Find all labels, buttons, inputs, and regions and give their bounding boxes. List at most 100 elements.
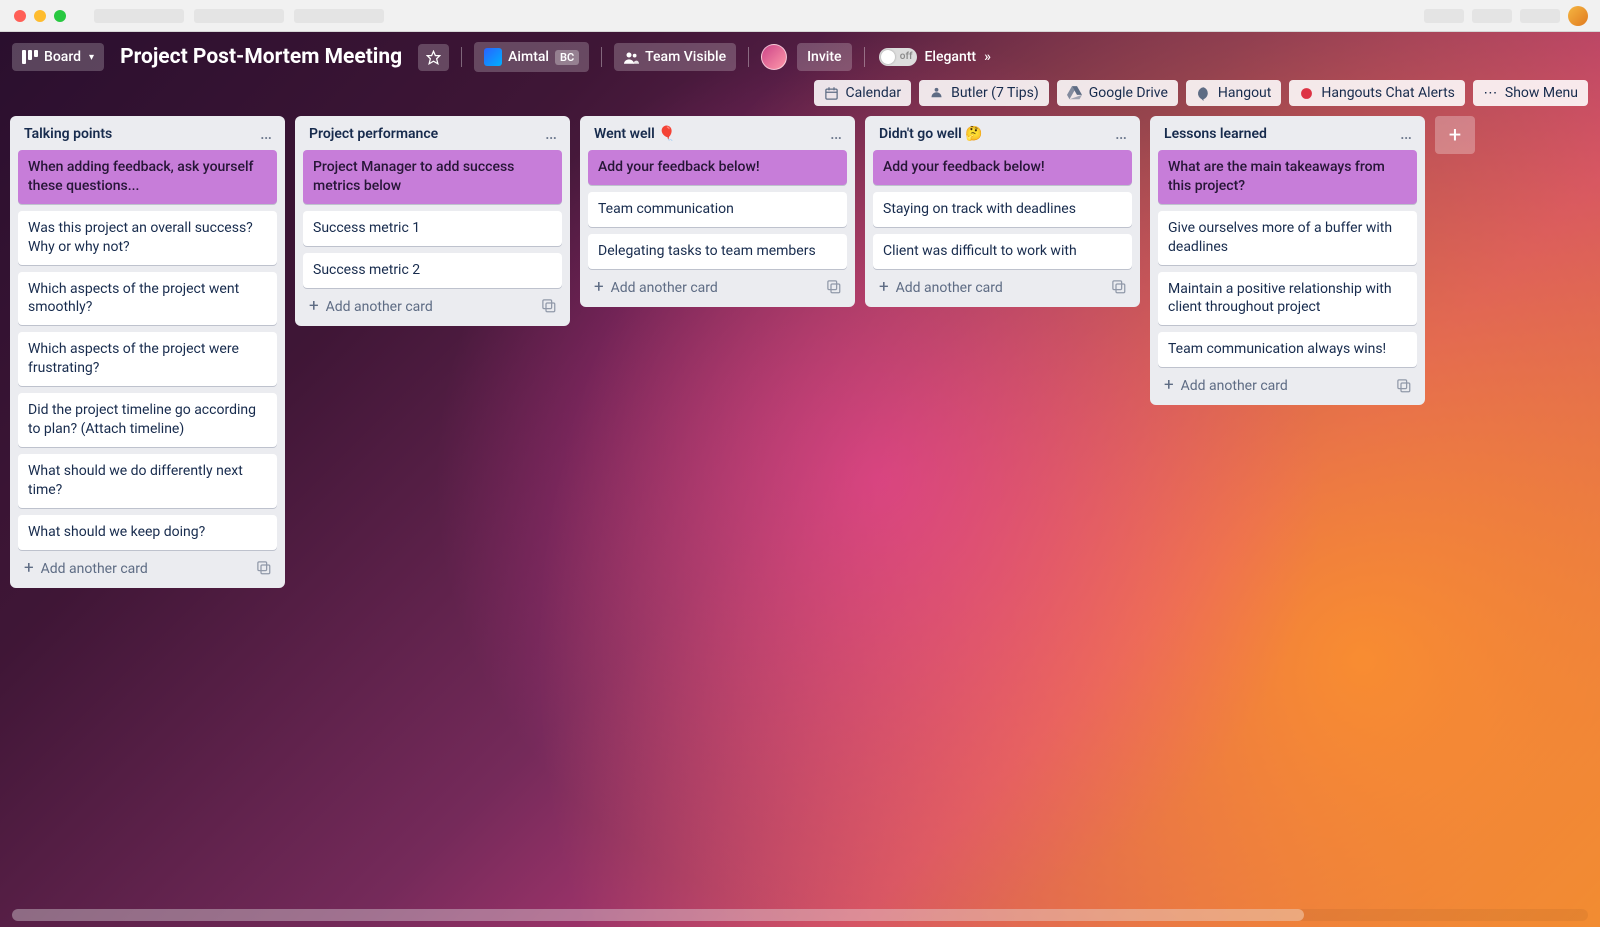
list-lessons-learned: Lessons learned … What are the main takeaw… <box>1150 116 1425 405</box>
horizontal-scrollbar[interactable] <box>12 909 1588 921</box>
card[interactable]: Add your feedback below! <box>588 150 847 185</box>
powerup-label: Google Drive <box>1089 85 1168 101</box>
browser-control[interactable] <box>1472 9 1512 23</box>
card[interactable]: When adding feedback, ask yourself these… <box>18 150 277 204</box>
browser-tabs <box>94 9 384 23</box>
powerup-row: Calendar Butler (7 Tips) Google Drive Hango… <box>0 78 1600 116</box>
list-title[interactable]: Went well 🎈 <box>594 126 676 142</box>
window-minimize-button[interactable] <box>34 10 46 22</box>
browser-control[interactable] <box>1424 9 1464 23</box>
browser-control[interactable] <box>1520 9 1560 23</box>
card[interactable]: Project Manager to add success metrics b… <box>303 150 562 204</box>
add-card-label: Add another card <box>611 280 718 296</box>
card[interactable]: Which aspects of the project went smooth… <box>18 272 277 326</box>
card[interactable]: Success metric 2 <box>303 253 562 288</box>
google-drive-icon <box>1067 86 1082 100</box>
star-board-button[interactable] <box>418 44 449 71</box>
browser-tab[interactable] <box>294 9 384 23</box>
card-list: Project Manager to add success metrics b… <box>303 150 562 288</box>
divider <box>748 47 749 67</box>
list-talking-points: Talking points … When adding feedback, ask… <box>10 116 285 588</box>
double-chevron-icon: » <box>984 49 991 65</box>
visibility-button[interactable]: Team Visible <box>614 43 736 71</box>
card[interactable]: What should we keep doing? <box>18 515 277 550</box>
powerup-hangouts-chat[interactable]: Hangouts Chat Alerts <box>1289 80 1465 106</box>
list-didnt-go-well: Didn't go well 🤔 … Add your feedback below… <box>865 116 1140 307</box>
powerup-label: Hangouts Chat Alerts <box>1321 85 1455 101</box>
plus-icon: + <box>24 558 34 578</box>
divider <box>461 47 462 67</box>
card[interactable]: Give ourselves more of a buffer with dea… <box>1158 211 1417 265</box>
powerup-butler[interactable]: Butler (7 Tips) <box>919 80 1049 106</box>
powerup-calendar[interactable]: Calendar <box>814 80 912 106</box>
browser-tab[interactable] <box>94 9 184 23</box>
card[interactable]: Team communication <box>588 192 847 227</box>
board-title[interactable]: Project Post-Mortem Meeting <box>114 43 408 71</box>
card[interactable]: What are the main takeaways from this pr… <box>1158 150 1417 204</box>
board-view-label: Board <box>44 49 81 65</box>
powerup-google-drive[interactable]: Google Drive <box>1057 80 1178 106</box>
card[interactable]: Delegating tasks to team members <box>588 234 847 269</box>
show-menu-button[interactable]: ⋯ Show Menu <box>1473 80 1588 106</box>
team-chip[interactable]: Aimtal BC <box>474 42 589 72</box>
list-menu-button[interactable]: … <box>1115 129 1128 139</box>
add-card-button[interactable]: +Add another card <box>588 269 847 299</box>
board-canvas[interactable]: Talking points … When adding feedback, ask… <box>0 116 1600 927</box>
member-avatar[interactable] <box>761 44 787 70</box>
board-view-switcher[interactable]: Board ▾ <box>12 43 104 71</box>
card-list: When adding feedback, ask yourself these… <box>18 150 277 550</box>
powerup-hangout[interactable]: Hangout <box>1186 80 1281 106</box>
team-badge: BC <box>555 50 579 65</box>
card[interactable]: Client was difficult to work with <box>873 234 1132 269</box>
window-close-button[interactable] <box>14 10 26 22</box>
card[interactable]: Team communication always wins! <box>1158 332 1417 367</box>
show-menu-label: Show Menu <box>1505 85 1578 101</box>
add-card-button[interactable]: +Add another card <box>1158 367 1417 397</box>
add-card-button[interactable]: + Add another card <box>18 550 277 580</box>
card-list: Add your feedback below! Staying on track… <box>873 150 1132 269</box>
card-template-icon[interactable] <box>1111 279 1126 294</box>
team-logo-icon <box>484 48 502 66</box>
card[interactable]: Add your feedback below! <box>873 150 1132 185</box>
add-card-button[interactable]: +Add another card <box>873 269 1132 299</box>
calendar-icon <box>824 86 839 101</box>
add-card-label: Add another card <box>1181 378 1288 394</box>
card-template-icon[interactable] <box>1396 378 1411 393</box>
card-list: Add your feedback below! Team communicati… <box>588 150 847 269</box>
add-card-label: Add another card <box>896 280 1003 296</box>
list-menu-button[interactable]: … <box>545 129 558 139</box>
list-project-performance: Project performance … Project Manager to a… <box>295 116 570 326</box>
card-template-icon[interactable] <box>256 560 271 575</box>
list-header: Lessons learned … <box>1158 124 1417 150</box>
list-menu-button[interactable]: … <box>830 129 843 139</box>
add-list-button[interactable]: + <box>1435 116 1475 154</box>
list-menu-button[interactable]: … <box>1400 129 1413 139</box>
card[interactable]: Success metric 1 <box>303 211 562 246</box>
hangout-icon <box>1196 86 1211 101</box>
list-title[interactable]: Project performance <box>309 126 438 142</box>
card[interactable]: Which aspects of the project were frustr… <box>18 332 277 386</box>
card[interactable]: Maintain a positive relationship with cl… <box>1158 272 1417 326</box>
add-card-label: Add another card <box>41 561 148 577</box>
elegantt-toggle[interactable]: off <box>879 48 917 66</box>
list-header: Talking points … <box>18 124 277 150</box>
list-title[interactable]: Talking points <box>24 126 112 142</box>
board-header: Board ▾ Project Post-Mortem Meeting Aimt… <box>0 32 1600 78</box>
card[interactable]: Was this project an overall success? Why… <box>18 211 277 265</box>
card[interactable]: Did the project timeline go according to… <box>18 393 277 447</box>
add-card-button[interactable]: +Add another card <box>303 288 562 318</box>
browser-tab[interactable] <box>194 9 284 23</box>
elegantt-powerup[interactable]: off Elegantt » <box>877 42 1001 72</box>
invite-button[interactable]: Invite <box>797 43 851 71</box>
list-title[interactable]: Didn't go well 🤔 <box>879 126 983 142</box>
list-menu-button[interactable]: … <box>260 129 273 139</box>
card[interactable]: Staying on track with deadlines <box>873 192 1132 227</box>
card[interactable]: What should we do differently next time? <box>18 454 277 508</box>
card-template-icon[interactable] <box>541 298 556 313</box>
chevron-down-icon: ▾ <box>89 52 94 63</box>
browser-profile-avatar[interactable] <box>1568 6 1588 26</box>
card-template-icon[interactable] <box>826 279 841 294</box>
powerup-label: Hangout <box>1218 85 1271 101</box>
window-zoom-button[interactable] <box>54 10 66 22</box>
list-title[interactable]: Lessons learned <box>1164 126 1267 142</box>
